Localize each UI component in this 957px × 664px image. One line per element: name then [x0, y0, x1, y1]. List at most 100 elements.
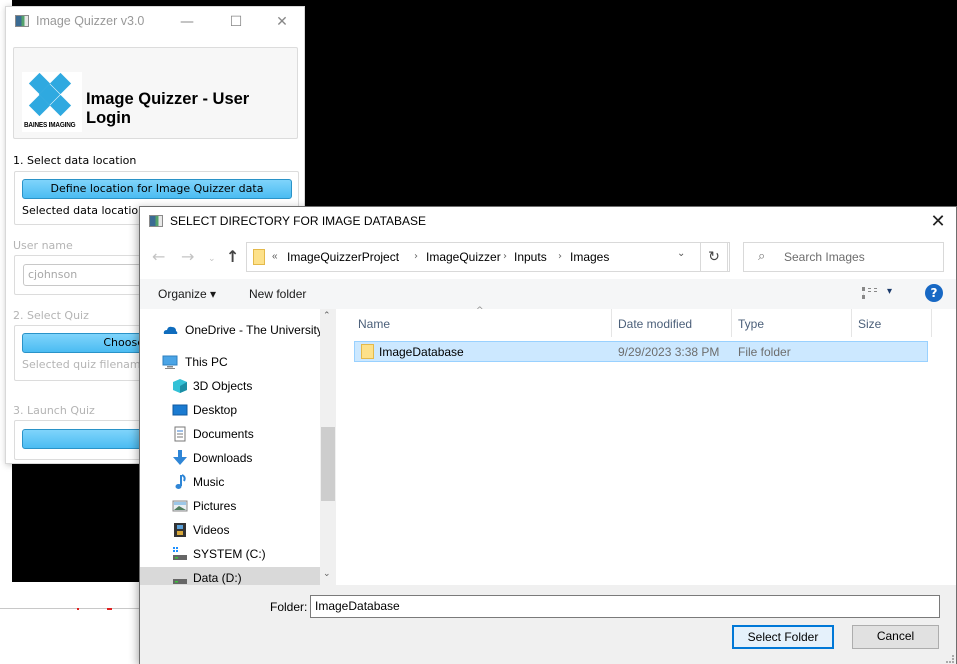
column-header-date-modified[interactable]: Date modified	[612, 309, 732, 337]
nav-item-label: Downloads	[193, 451, 253, 465]
folder-name-input[interactable]: ImageDatabase	[310, 595, 940, 618]
baines-imaging-logo: BAINES IMAGING	[22, 72, 82, 132]
file-date-modified: 9/29/2023 3:38 PM	[618, 345, 720, 359]
resize-grip-icon[interactable]	[946, 655, 954, 663]
column-header-label: Type	[738, 317, 765, 331]
table-row[interactable]: ImageDatabase 9/29/2023 3:38 PM File fol…	[354, 341, 928, 362]
column-header-name[interactable]: Name	[352, 309, 612, 337]
user-name-label: User name	[13, 239, 73, 252]
app-icon	[15, 15, 29, 27]
new-folder-button[interactable]: New folder	[249, 287, 306, 301]
breadcrumb-item[interactable]: ImageQuizzer	[426, 250, 501, 264]
nav-item-label: SYSTEM (C:)	[193, 547, 266, 561]
scrollbar-thumb[interactable]	[321, 427, 335, 501]
nav-item-pictures[interactable]: Pictures	[140, 495, 320, 517]
column-header-type[interactable]: Type	[732, 309, 852, 337]
file-name: ImageDatabase	[379, 345, 464, 359]
nav-item-label: Documents	[193, 427, 254, 441]
computer-icon	[162, 355, 178, 369]
up-arrow-icon[interactable]: ↑	[226, 247, 239, 267]
nav-item-downloads[interactable]: Downloads	[140, 447, 320, 469]
nav-item-label: Desktop	[193, 403, 238, 417]
chevron-right-icon[interactable]: ›	[414, 251, 418, 262]
login-titlebar: Image Quizzer v3.0 — ☐ ✕	[6, 7, 304, 37]
search-placeholder: Search Images	[784, 250, 865, 264]
define-location-button[interactable]: Define location for Image Quizzer data	[22, 179, 292, 199]
search-icon: ⌕	[758, 249, 766, 264]
nav-item-label: OneDrive - The University	[185, 323, 323, 337]
nav-item-label: 3D Objects	[193, 379, 253, 393]
document-icon	[174, 426, 186, 442]
column-header-label: Name	[358, 317, 391, 331]
file-list: ^ Name Date modified Type Size ImageData…	[338, 306, 956, 585]
file-type: File folder	[738, 345, 791, 359]
folder-icon	[361, 344, 374, 359]
organize-menu[interactable]: Organize ▾	[158, 287, 216, 301]
nav-item-this-pc[interactable]: This PC	[140, 351, 320, 373]
dialog-titlebar: SELECT DIRECTORY FOR IMAGE DATABASE ✕	[140, 207, 956, 237]
section-2-label: 2. Select Quiz	[13, 309, 89, 322]
navigation-pane: OneDrive - The University This PC 3D Obj…	[140, 309, 336, 585]
artifact	[107, 608, 112, 610]
app-icon	[149, 215, 163, 227]
nav-item-label: This PC	[185, 355, 228, 369]
download-arrow-icon	[173, 450, 187, 465]
nav-item-videos[interactable]: Videos	[140, 519, 320, 541]
login-header: BAINES IMAGING Image Quizzer - User Logi…	[13, 47, 298, 139]
picture-icon	[172, 500, 188, 512]
nav-pane-scrollbar[interactable]: ⌃ ⌄	[320, 309, 336, 585]
divider	[0, 608, 140, 609]
nav-item-system-c[interactable]: SYSTEM (C:)	[140, 543, 320, 565]
chevron-right-icon[interactable]: ›	[503, 251, 507, 262]
music-note-icon	[175, 474, 186, 489]
section-1-label: 1. Select data location	[13, 154, 137, 167]
search-input[interactable]: ⌕ Search Images	[743, 242, 944, 272]
selected-data-location-label: Selected data location:	[22, 204, 149, 217]
desktop-icon	[172, 404, 188, 416]
scroll-down-icon[interactable]: ⌄	[323, 569, 331, 579]
nav-item-music[interactable]: Music	[140, 471, 320, 493]
help-icon[interactable]: ?	[925, 284, 943, 302]
drive-icon	[173, 579, 187, 584]
chevron-right-icon[interactable]: ›	[558, 251, 562, 262]
maximize-button[interactable]: ☐	[221, 11, 251, 33]
column-header-label: Date modified	[618, 317, 693, 331]
caret-down-icon[interactable]: ▾	[887, 286, 892, 297]
folder-icon	[253, 249, 265, 265]
nav-item-label: Pictures	[193, 499, 237, 513]
breadcrumb-overflow[interactable]: «	[272, 251, 278, 262]
recent-locations-chevron-icon[interactable]: ⌄	[208, 249, 216, 269]
address-bar[interactable]: « ImageQuizzerProject › ImageQuizzer › I…	[246, 242, 730, 272]
select-folder-button[interactable]: Select Folder	[732, 625, 834, 649]
cloud-icon	[163, 326, 178, 334]
nav-item-onedrive[interactable]: OneDrive - The University	[140, 319, 323, 341]
nav-item-data-d[interactable]: Data (D:)	[140, 567, 320, 585]
scroll-up-icon[interactable]: ⌃	[323, 311, 331, 321]
nav-item-desktop[interactable]: Desktop	[140, 399, 320, 421]
back-arrow-icon[interactable]: ←	[152, 247, 165, 267]
artifact	[77, 608, 79, 610]
dialog-footer: Folder: ImageDatabase Select Folder Canc…	[140, 585, 956, 664]
column-header-size[interactable]: Size	[852, 309, 932, 337]
close-icon[interactable]: ✕	[926, 210, 950, 234]
film-icon	[174, 523, 186, 537]
breadcrumb-item[interactable]: Images	[570, 250, 609, 264]
close-button[interactable]: ✕	[267, 11, 297, 33]
nav-item-3d-objects[interactable]: 3D Objects	[140, 375, 320, 397]
view-options-icon[interactable]	[862, 287, 878, 299]
nav-item-documents[interactable]: Documents	[140, 423, 320, 445]
dialog-title: SELECT DIRECTORY FOR IMAGE DATABASE	[170, 214, 427, 228]
chevron-down-icon[interactable]: ⌄	[677, 248, 685, 259]
login-title: Image Quizzer - User Login	[86, 90, 250, 127]
nav-item-label: Music	[193, 475, 225, 489]
breadcrumb-item[interactable]: Inputs	[514, 250, 547, 264]
breadcrumb-item[interactable]: ImageQuizzerProject	[287, 250, 399, 264]
cancel-button[interactable]: Cancel	[852, 625, 939, 649]
forward-arrow-icon[interactable]: →	[181, 247, 194, 267]
minimize-button[interactable]: —	[172, 11, 202, 33]
column-header-label: Size	[858, 317, 882, 331]
refresh-icon[interactable]: ↻	[700, 242, 728, 272]
selected-quiz-label: Selected quiz filename	[22, 358, 148, 371]
drive-c-icon	[173, 547, 187, 560]
section-3-label: 3. Launch Quiz	[13, 404, 95, 417]
